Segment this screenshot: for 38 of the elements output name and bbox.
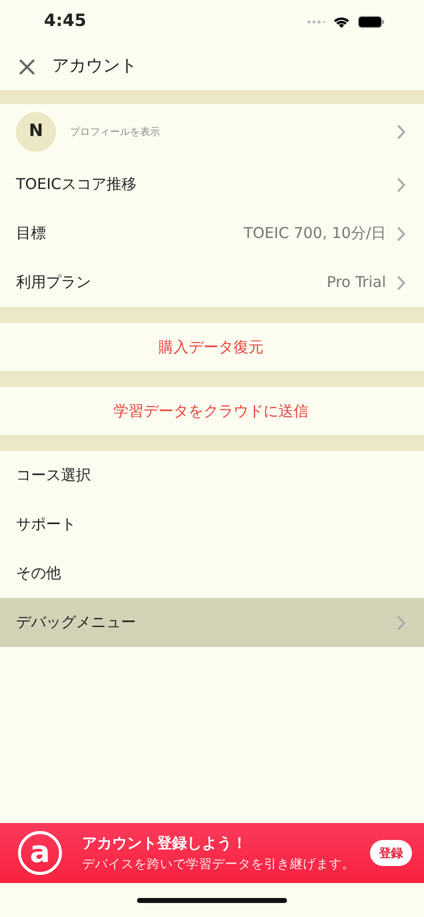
banner-subtitle: デバイスを跨いで学習データを引き継げます。 bbox=[82, 854, 355, 873]
close-icon[interactable] bbox=[18, 58, 36, 76]
settings-row[interactable]: 利用プラン Pro Trial bbox=[0, 258, 424, 307]
settings-row[interactable]: 購入データ復元 bbox=[0, 323, 424, 371]
wifi-icon bbox=[333, 16, 350, 28]
chevron-icon bbox=[396, 274, 406, 290]
logo-icon: a bbox=[18, 831, 62, 875]
row-value: Pro Trial bbox=[326, 272, 386, 294]
banner-title: アカウント登録しよう！ bbox=[82, 833, 248, 854]
row-label: TOEICスコア推移 bbox=[16, 174, 136, 196]
action-label: 購入データ復元 bbox=[158, 336, 264, 358]
screen-title: アカウント bbox=[52, 55, 137, 78]
battery-icon bbox=[358, 16, 384, 28]
profile-link-text: プロフィールを表示 bbox=[70, 126, 160, 140]
settings-row[interactable]: その他 bbox=[0, 549, 424, 598]
avatar: N bbox=[16, 112, 56, 152]
register-button[interactable]: 登録 bbox=[370, 840, 412, 866]
settings-row[interactable]: コース選択 bbox=[0, 451, 424, 500]
row-label: コース選択 bbox=[16, 465, 91, 486]
row-label: その他 bbox=[16, 563, 61, 584]
settings-row[interactable]: 学習データをクラウドに送信 bbox=[0, 387, 424, 435]
settings-row[interactable]: デバッグメニュー bbox=[0, 598, 424, 647]
settings-row[interactable]: サポート bbox=[0, 500, 424, 549]
chevron-icon bbox=[396, 176, 406, 192]
settings-row[interactable]: TOEICスコア推移 bbox=[0, 160, 424, 209]
row-value: TOEIC 700, 10分/日 bbox=[244, 223, 386, 244]
row-label: サポート bbox=[16, 514, 76, 536]
row-label: 目標 bbox=[16, 223, 46, 244]
status-time: 4:45 bbox=[44, 10, 86, 34]
chevron-icon bbox=[396, 226, 406, 242]
chevron-icon bbox=[396, 614, 406, 630]
action-label: 学習データをクラウドに送信 bbox=[114, 400, 308, 422]
row-label: 利用プラン bbox=[16, 272, 91, 294]
signal-icon bbox=[307, 20, 325, 24]
row-label: デバッグメニュー bbox=[16, 612, 136, 634]
settings-row[interactable]: N プロフィールを表示 bbox=[0, 104, 424, 160]
chevron-icon bbox=[396, 124, 406, 140]
settings-row[interactable]: 目標 TOEIC 700, 10分/日 bbox=[0, 209, 424, 258]
